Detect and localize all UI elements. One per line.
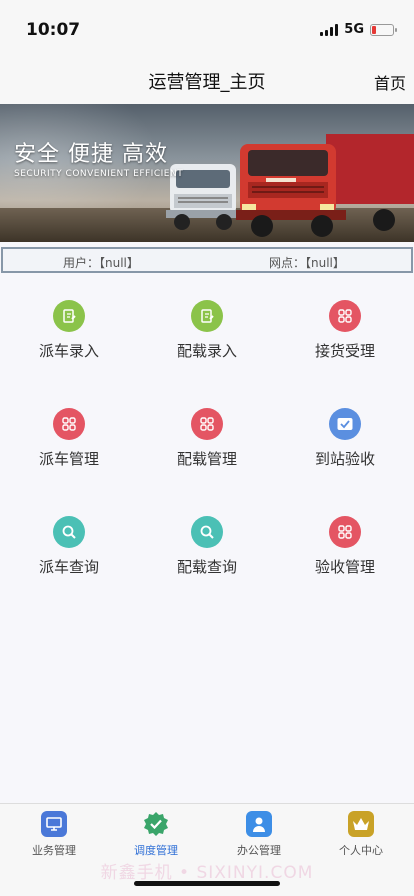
edit-icon [191,300,223,332]
nav-bar: 运营管理_主页 首页 [0,58,414,104]
person-icon [246,811,272,837]
menu-label: 到站验收 [314,450,375,468]
tab-label: 业务管理 [32,844,76,857]
home-indicator[interactable] [134,881,280,886]
site-info: 网点：【null】 [269,254,345,271]
menu-dispatch-query[interactable]: 派车查询 [0,512,138,582]
menu-label: 验收管理 [314,558,375,576]
status-time: 10:07 [26,20,81,40]
menu-dispatch-entry[interactable]: 派车录入 [0,296,138,366]
menu-pickup-accept[interactable]: 接货受理 [276,296,414,366]
monitor-icon [41,811,67,837]
menu-acceptance-manage[interactable]: 验收管理 [276,512,414,582]
tab-label: 个人中心 [339,844,383,857]
tab-personal[interactable]: 个人中心 [309,811,413,861]
badge-check-icon [143,811,169,837]
grid-icon [329,516,361,548]
grid-icon [329,300,361,332]
search-icon [53,516,85,548]
menu-loading-manage[interactable]: 配载管理 [138,404,276,474]
user-value: 【null】 [99,256,139,270]
menu-arrival-check[interactable]: 到站验收 [276,404,414,474]
red-truck-image [236,134,414,237]
status-indicators: 5G [320,22,397,37]
site-value: 【null】 [305,256,345,270]
site-label: 网点： [269,256,306,270]
banner: 安全 便捷 高效 SECURITY CONVENIENT EFFICIENT [0,104,414,242]
tab-dispatch[interactable]: 调度管理 [104,811,208,861]
menu-loading-entry[interactable]: 配载录入 [138,296,276,366]
banner-title: 安全 便捷 高效 [14,142,168,167]
user-info-bar: 用户：【null】 网点：【null】 [1,247,413,273]
tab-office[interactable]: 办公管理 [207,811,311,861]
menu-dispatch-manage[interactable]: 派车管理 [0,404,138,474]
tab-business[interactable]: 业务管理 [2,811,106,861]
check-icon [329,408,361,440]
search-icon [191,516,223,548]
tab-label: 办公管理 [237,844,281,857]
edit-icon [53,300,85,332]
menu-label: 配载管理 [176,450,237,468]
menu-label: 接货受理 [314,342,375,360]
network-type: 5G [344,22,364,37]
menu-label: 配载录入 [176,342,237,360]
user-label: 用户： [63,256,100,270]
grid-icon [191,408,223,440]
crown-icon [348,811,374,837]
battery-icon [370,23,397,36]
grid-icon [53,408,85,440]
tab-label: 调度管理 [134,844,178,857]
signal-icon [320,23,339,36]
page-title: 运营管理_主页 [148,72,266,93]
menu-label: 配载查询 [176,558,237,576]
banner-subtitle: SECURITY CONVENIENT EFFICIENT [14,169,184,179]
home-button[interactable]: 首页 [374,70,406,94]
menu-loading-query[interactable]: 配载查询 [138,512,276,582]
watermark: 新鑫手机 • SIXINYI.COM [100,863,314,883]
menu-label: 派车查询 [38,558,99,576]
status-bar: 10:07 5G [0,0,414,58]
menu-label: 派车管理 [38,450,99,468]
user-info: 用户：【null】 [63,254,139,271]
menu-label: 派车录入 [38,342,99,360]
